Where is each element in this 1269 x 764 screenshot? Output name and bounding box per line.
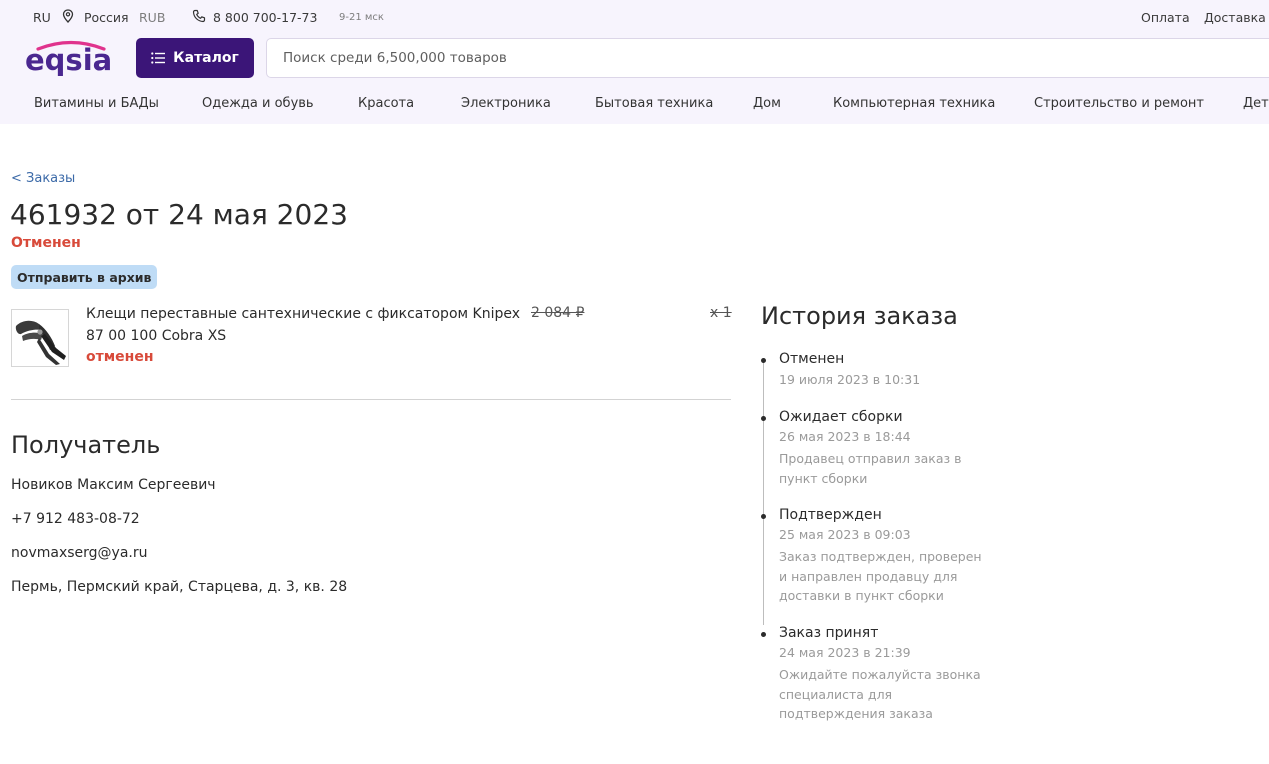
history-title: История заказа	[761, 302, 958, 330]
history-description: Продавец отправил заказ в пункт сборки	[779, 451, 962, 486]
category-construction[interactable]: Строительство и ремонт	[1034, 96, 1204, 111]
history-status: Ожидает сборки	[779, 409, 903, 425]
product-quantity: x 1	[710, 305, 732, 321]
order-status: Отменен	[11, 235, 81, 251]
history-description: Ожидайте пожалуйста звонка специалиста д…	[779, 667, 981, 721]
recipient-name: Новиков Максим Сергеевич	[11, 477, 216, 493]
catalog-button[interactable]: Каталог	[136, 38, 254, 78]
language-selector[interactable]: RU	[33, 10, 51, 25]
top-bar: RU Россия RUB 8 800 700-17-73 9-21 мск О…	[0, 0, 1269, 34]
category-beauty[interactable]: Красота	[358, 96, 414, 111]
currency-selector[interactable]: RUB	[139, 10, 165, 25]
recipient-phone: +7 912 483-08-72	[11, 511, 140, 527]
product-image[interactable]	[11, 309, 69, 367]
order-title: 461932 от 24 мая 2023	[10, 198, 348, 231]
category-computers[interactable]: Компьютерная техника	[833, 96, 995, 111]
history-date: 26 мая 2023 в 18:44	[779, 429, 911, 444]
recipient-title: Получатель	[11, 431, 161, 459]
timeline-dot	[761, 632, 766, 637]
timeline-dot	[761, 514, 766, 519]
divider	[11, 399, 731, 400]
phone-icon	[192, 9, 206, 23]
back-to-orders-link[interactable]: < Заказы	[11, 171, 75, 186]
history-status: Подтвержден	[779, 507, 882, 523]
history-status: Заказ принят	[779, 625, 879, 641]
product-status: отменен	[86, 349, 154, 365]
product-name[interactable]: Клещи переставные сантехнические с фикса…	[86, 303, 526, 347]
site-header: RU Россия RUB 8 800 700-17-73 9-21 мск О…	[0, 0, 1269, 124]
category-nav: Витамины и БАДы Одежда и обувь Красота Э…	[0, 94, 1269, 116]
history-status: Отменен	[779, 351, 845, 367]
history-date: 24 мая 2023 в 21:39	[779, 645, 911, 660]
timeline-dot	[761, 358, 766, 363]
history-date: 25 мая 2023 в 09:03	[779, 527, 911, 542]
recipient-email: novmaxserg@ya.ru	[11, 545, 148, 561]
timeline-line	[763, 360, 764, 625]
link-payment[interactable]: Оплата	[1141, 10, 1190, 25]
phone-number[interactable]: 8 800 700-17-73	[213, 10, 317, 25]
catalog-button-label: Каталог	[173, 50, 239, 66]
menu-list-icon	[151, 52, 166, 64]
region-selector[interactable]: Россия	[84, 10, 129, 25]
timeline-dot	[761, 416, 766, 421]
search-box	[266, 38, 1269, 78]
archive-button[interactable]: Отправить в архив	[11, 265, 158, 289]
recipient-address: Пермь, Пермский край, Старцева, д. 3, кв…	[11, 579, 348, 595]
logo[interactable]: eqsia	[24, 38, 116, 78]
category-appliances[interactable]: Бытовая техника	[595, 96, 713, 111]
working-hours: 9-21 мск	[339, 12, 384, 23]
search-input[interactable]	[267, 39, 1269, 77]
history-description: Заказ подтвержден, проверен и направлен …	[779, 549, 982, 603]
history-date: 19 июля 2023 в 10:31	[779, 372, 921, 387]
link-delivery[interactable]: Доставка	[1204, 10, 1266, 25]
logo-text: eqsia	[25, 43, 112, 77]
category-clothing[interactable]: Одежда и обувь	[202, 96, 314, 111]
category-home[interactable]: Дом	[753, 96, 781, 111]
category-electronics[interactable]: Электроника	[461, 96, 551, 111]
category-vitamins[interactable]: Витамины и БАДы	[34, 96, 159, 111]
category-kids[interactable]: Детя	[1243, 96, 1269, 111]
location-pin-icon	[62, 9, 74, 23]
product-price: 2 084 ₽	[531, 305, 585, 321]
